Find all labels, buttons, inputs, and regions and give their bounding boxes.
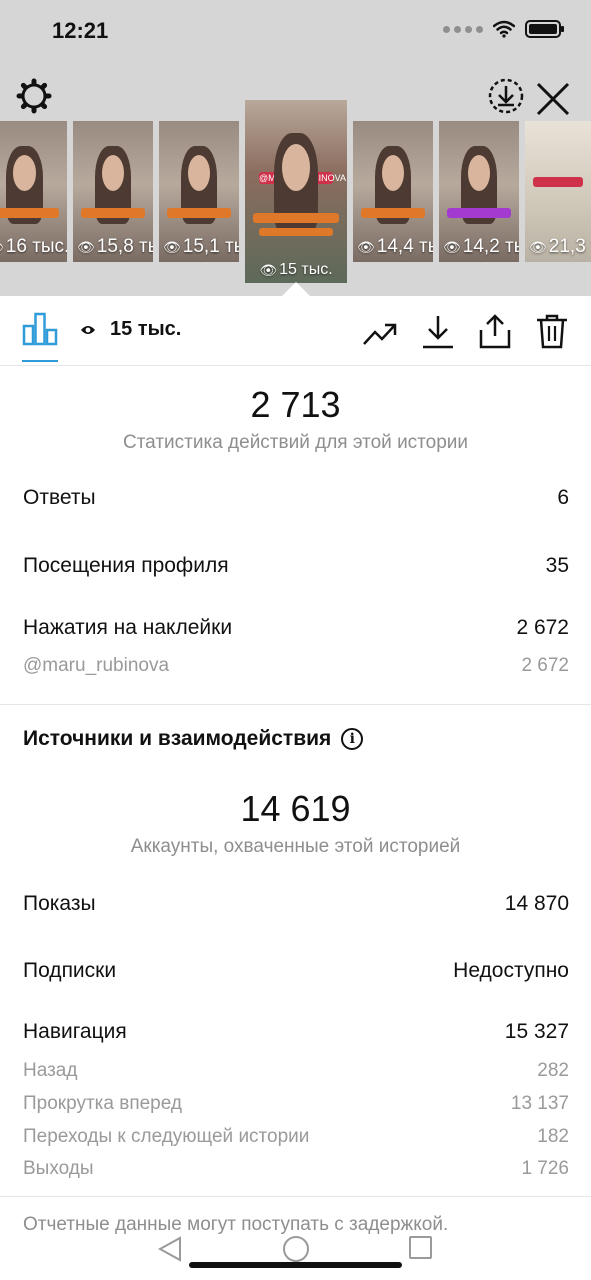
stat-label: @maru_rubinova — [23, 655, 170, 676]
stat-label: Переходы к следующей истории — [23, 1126, 310, 1147]
system-nav-bar — [0, 1226, 591, 1280]
stat-label: Нажатия на наклейки — [23, 616, 233, 639]
stat-label: Показы — [23, 892, 96, 915]
stat-value: 182 — [537, 1126, 569, 1147]
back-icon[interactable] — [158, 1236, 182, 1262]
tab-underline — [22, 360, 58, 362]
stat-label: Подписки — [23, 959, 117, 982]
stat-value: 2 672 — [521, 655, 569, 676]
info-icon[interactable]: i — [341, 728, 364, 750]
story-thumbnail-selected[interactable]: @MARU_RUBINOVA 👁15 тыс. — [245, 100, 347, 283]
stat-value: 35 — [545, 554, 569, 577]
eye-icon: 👁 — [77, 238, 95, 255]
stat-label: Посещения профиля — [23, 554, 229, 577]
stat-subrow-back: Назад 282 — [23, 1060, 569, 1082]
actions-total: 2 713 — [250, 384, 341, 425]
stat-label: Ответы — [23, 486, 96, 509]
battery-icon — [525, 20, 564, 38]
save-download-icon[interactable] — [486, 76, 526, 116]
discovery-title-text: Источники и взаимодействия — [23, 727, 332, 750]
selection-pointer — [282, 282, 310, 296]
wifi-icon — [493, 20, 515, 38]
stat-subrow-forward: Прокрутка вперед 13 137 — [23, 1093, 569, 1115]
stat-subrow-exits: Выходы 1 726 — [23, 1158, 569, 1180]
thumbnail-views: 👁14,4 тыс. — [357, 236, 433, 257]
stat-row-follows: Подписки Недоступно — [23, 959, 569, 983]
eye-icon: 👁 — [357, 238, 375, 255]
stat-label: Назад — [23, 1060, 78, 1081]
story-thumbnail[interactable]: 👁16 тыс. — [0, 121, 67, 262]
stat-row-profile-visits: Посещения профиля 35 — [23, 554, 569, 578]
signal-icon — [443, 25, 483, 33]
stat-row-sticker-taps: Нажатия на наклейки 2 672 — [23, 616, 569, 640]
stat-label: Навигация — [23, 1020, 127, 1043]
story-thumbnails: 👁16 тыс. 👁15,8 тыс. 👁15,1 тыс. @MARU_RUB… — [0, 100, 591, 284]
stat-value: 2 672 — [516, 616, 569, 639]
eye-icon: 👁 — [443, 238, 461, 255]
thumbnail-views: 👁 15 тыс. — [259, 261, 333, 278]
eye-icon: 👁 — [0, 239, 4, 256]
reach-total: 14 619 — [240, 788, 351, 829]
thumbnail-views: 👁14,2 тыс. — [443, 236, 519, 257]
stat-value: 13 137 — [510, 1093, 569, 1114]
thumbnail-views: 👁21,3 тыс. — [529, 236, 591, 257]
settings-gear-icon[interactable] — [16, 78, 52, 114]
tab-views[interactable]: 15 тыс. — [80, 318, 181, 341]
home-icon[interactable] — [283, 1236, 309, 1262]
stat-row-navigation: Навигация 15 327 — [23, 1020, 569, 1044]
close-icon[interactable] — [530, 76, 574, 120]
story-thumbnail[interactable]: 👁14,2 тыс. — [439, 121, 519, 262]
status-bar: 12:21 — [0, 0, 591, 64]
download-icon[interactable] — [420, 314, 456, 350]
story-thumbnail[interactable]: 👁15,8 тыс. — [73, 121, 153, 262]
tab-statistics[interactable] — [22, 312, 58, 362]
story-thumbnail[interactable]: 👁14,4 тыс. — [353, 121, 433, 262]
home-indicator[interactable] — [189, 1262, 402, 1268]
stat-label: Выходы — [23, 1158, 94, 1179]
stat-row-replies: Ответы 6 — [23, 486, 569, 510]
stat-value: 15 327 — [504, 1020, 569, 1043]
stat-value: Недоступно — [453, 959, 569, 982]
reach-caption: Аккаунты, охваченные этой историей — [130, 836, 461, 857]
section-divider — [0, 1196, 591, 1197]
stat-row-impressions: Показы 14 870 — [23, 892, 569, 916]
eye-icon: 👁 — [163, 238, 181, 255]
thumbnail-views: 👁16 тыс. — [0, 236, 67, 258]
stat-value: 1 726 — [521, 1158, 569, 1179]
trash-icon[interactable] — [534, 314, 570, 350]
eye-icon: 👁 — [529, 238, 547, 255]
share-icon[interactable] — [477, 314, 513, 350]
stat-value: 6 — [557, 486, 569, 509]
trending-icon[interactable] — [362, 314, 398, 350]
bar-chart-icon — [22, 312, 58, 346]
actions-caption: Статистика действий для этой истории — [122, 432, 469, 453]
stat-label: Прокрутка вперед — [23, 1093, 182, 1114]
eye-icon: 👁 — [259, 261, 278, 278]
thumbnail-views: 👁15,1 тыс. — [163, 236, 239, 257]
views-count: 15 тыс. — [110, 318, 182, 340]
stat-value: 14 870 — [504, 892, 569, 915]
story-carousel-area: 12:21 16 тыс. 👁 15,8 т 👁 15,1 т 👁 15 тыс… — [0, 0, 591, 296]
section-divider — [0, 704, 591, 705]
stat-subrow-sticker-mention: @maru_rubinova 2 672 — [23, 655, 569, 677]
stats-toolbar: 15 тыс. — [0, 296, 591, 366]
discovery-section-title: Источники и взаимодействия i — [23, 727, 364, 751]
thumbnail-views: 👁15,8 тыс. — [77, 236, 153, 257]
eye-icon — [81, 325, 95, 334]
recent-apps-icon[interactable] — [409, 1236, 432, 1259]
status-icons — [443, 20, 564, 38]
story-thumbnail[interactable]: 👁21,3 тыс. — [525, 121, 591, 262]
stat-subrow-next-story: Переходы к следующей истории 182 — [23, 1126, 569, 1148]
status-time: 12:21 — [52, 18, 109, 43]
story-thumbnail[interactable]: 👁15,1 тыс. — [159, 121, 239, 262]
stat-value: 282 — [537, 1060, 569, 1081]
